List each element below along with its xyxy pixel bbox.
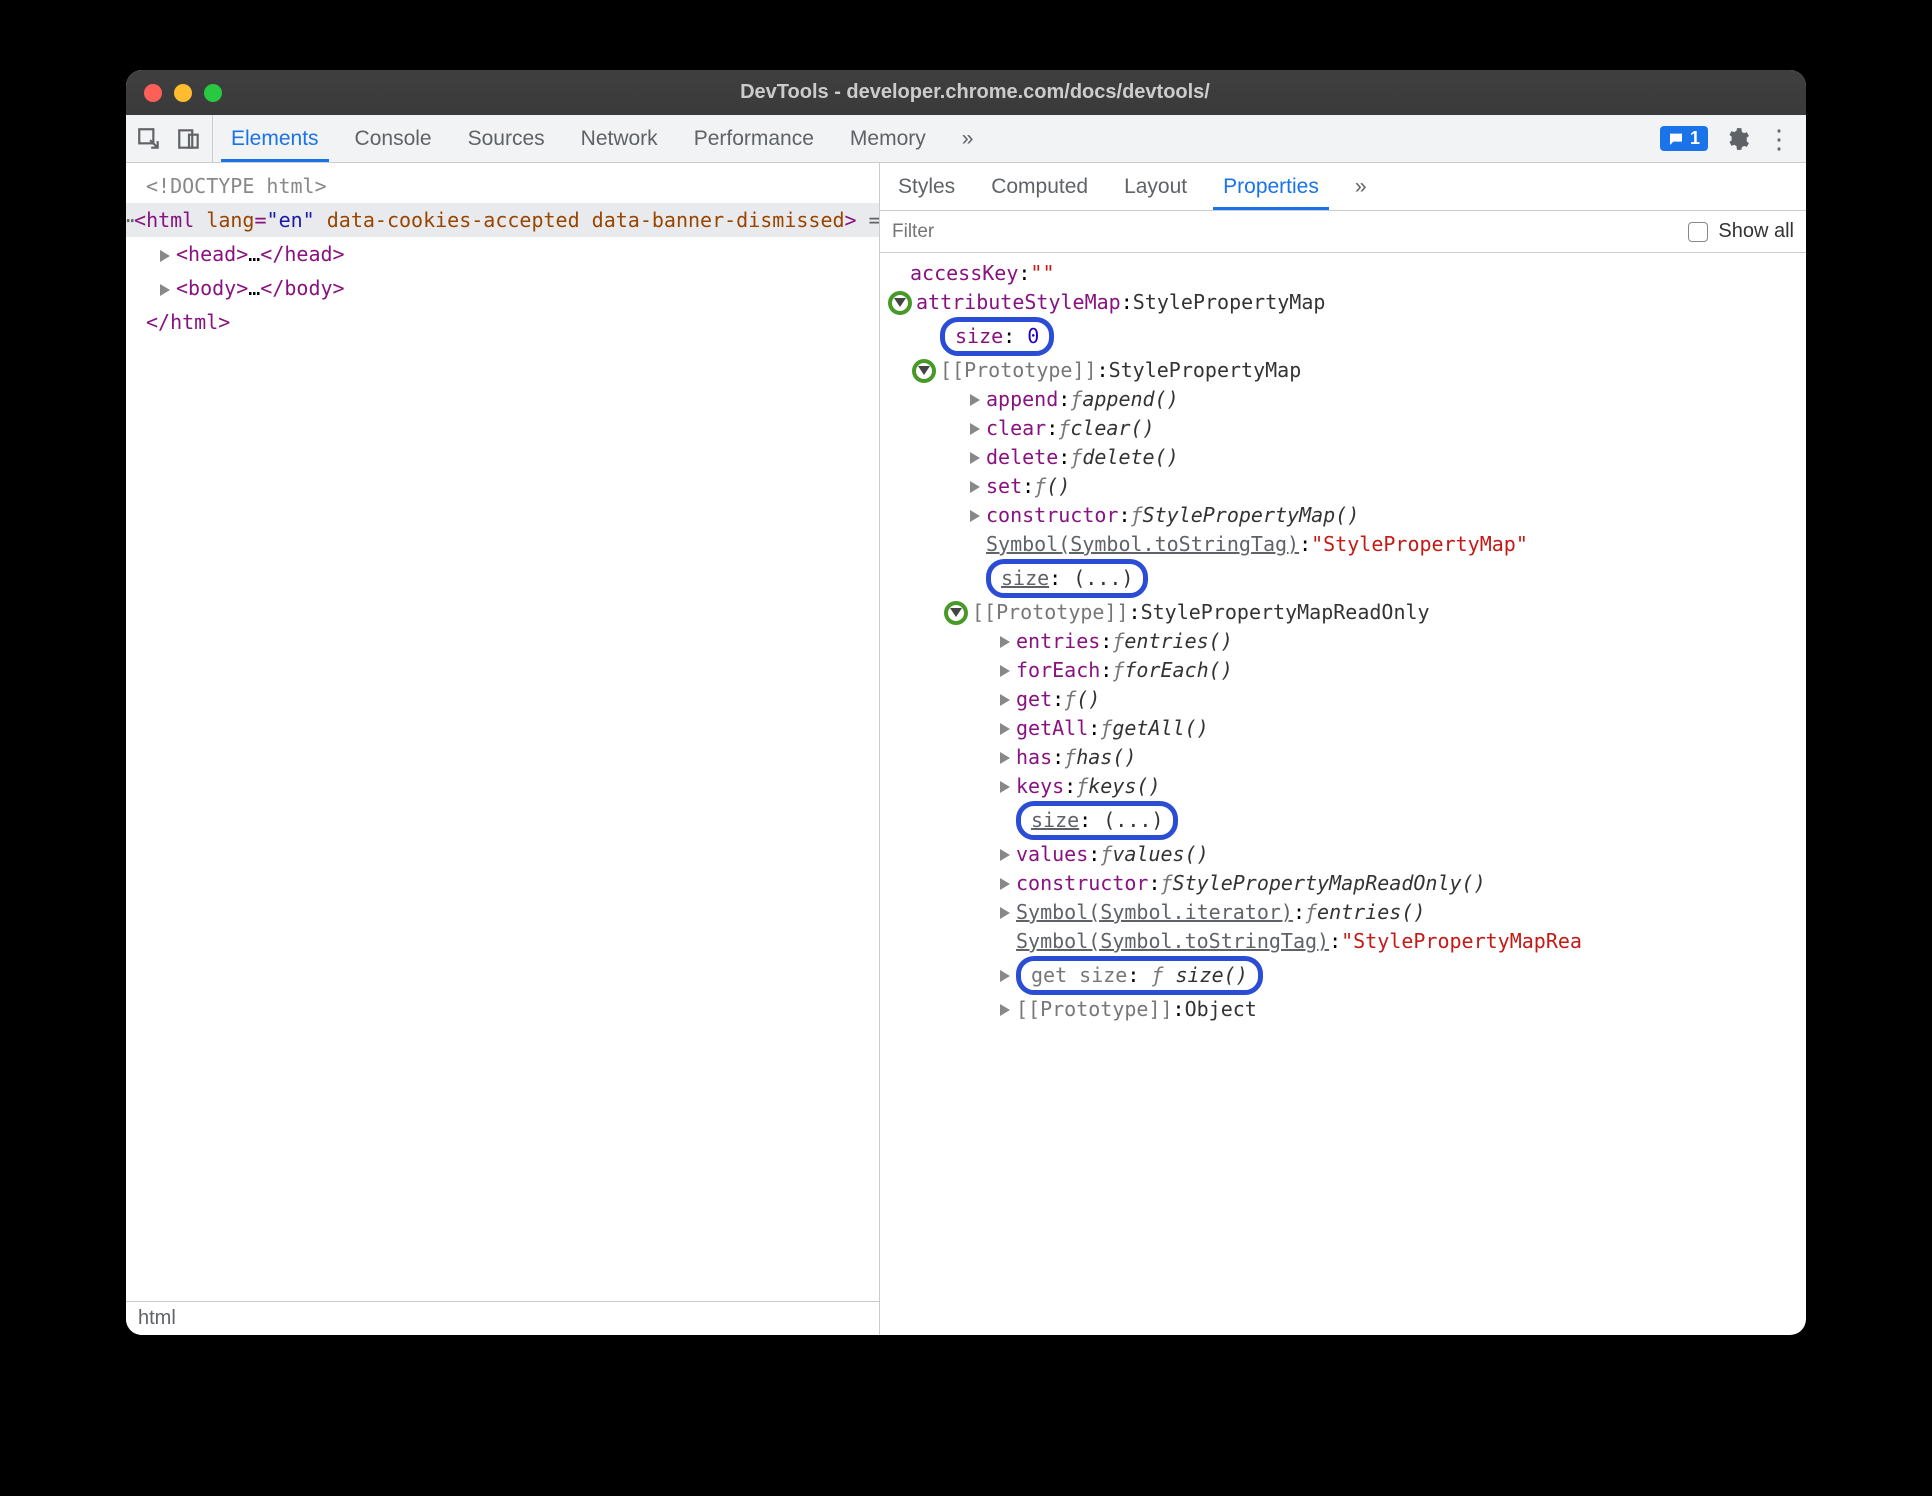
tab-network[interactable]: Network (563, 115, 676, 162)
inspect-element-icon[interactable] (136, 126, 162, 152)
toolbar-left (126, 115, 213, 162)
sidebar-tabs: Styles Computed Layout Properties » (880, 163, 1806, 211)
settings-icon[interactable] (1724, 126, 1750, 152)
prop-prototype-3[interactable]: [[Prototype]]: Object (880, 995, 1806, 1024)
show-all-label: Show all (1718, 220, 1794, 243)
dom-tree[interactable]: <!DOCTYPE html> ⋯<html lang="en" data-co… (126, 163, 879, 1301)
prop-delete[interactable]: delete: ƒ delete() (880, 443, 1806, 472)
prop-set[interactable]: set: ƒ () (880, 472, 1806, 501)
subtab-properties[interactable]: Properties (1205, 163, 1337, 210)
toolbar-right: 1 ⋮ (1646, 115, 1806, 162)
tab-performance[interactable]: Performance (676, 115, 832, 162)
prop-clear[interactable]: clear: ƒ clear() (880, 414, 1806, 443)
issues-badge[interactable]: 1 (1660, 126, 1708, 151)
titlebar: DevTools - developer.chrome.com/docs/dev… (126, 70, 1806, 115)
prop-attributestylemap[interactable]: attributeStyleMap: StylePropertyMap (880, 288, 1806, 317)
dom-head-element[interactable]: <head>…</head> (126, 237, 879, 271)
window-title: DevTools - developer.chrome.com/docs/dev… (222, 81, 1728, 104)
prop-getall[interactable]: getAll: ƒ getAll() (880, 714, 1806, 743)
sidebar-pane: Styles Computed Layout Properties » Show… (880, 163, 1806, 1335)
prop-accesskey[interactable]: accessKey: "" (880, 259, 1806, 288)
more-menu-icon[interactable]: ⋮ (1766, 126, 1792, 152)
prop-symbol-iterator[interactable]: Symbol(Symbol.iterator): ƒ entries() (880, 898, 1806, 927)
maximize-window-button[interactable] (204, 84, 222, 102)
subtab-computed[interactable]: Computed (973, 163, 1106, 210)
prop-has[interactable]: has: ƒ has() (880, 743, 1806, 772)
prop-size-0[interactable]: size: 0 (880, 317, 1806, 356)
subtabs-overflow[interactable]: » (1337, 163, 1385, 210)
prop-foreach[interactable]: forEach: ƒ forEach() (880, 656, 1806, 685)
main-toolbar: Elements Console Sources Network Perform… (126, 115, 1806, 163)
prop-constructor-1[interactable]: constructor: ƒ StylePropertyMap() (880, 501, 1806, 530)
filter-bar: Show all (880, 211, 1806, 253)
filter-input[interactable] (892, 221, 1678, 243)
prop-size-1[interactable]: size: (...) (880, 559, 1806, 598)
dom-html-element[interactable]: ⋯<html lang="en" data-cookies-accepted d… (126, 203, 879, 237)
prop-constructor-2[interactable]: constructor: ƒ StylePropertyMapReadOnly(… (880, 869, 1806, 898)
prop-prototype-2[interactable]: [[Prototype]]: StylePropertyMapReadOnly (880, 598, 1806, 627)
devtools-window: DevTools - developer.chrome.com/docs/dev… (126, 70, 1806, 1335)
subtab-layout[interactable]: Layout (1106, 163, 1205, 210)
show-all-checkbox[interactable] (1688, 222, 1708, 242)
dom-html-close[interactable]: </html> (126, 305, 879, 339)
main-tabs: Elements Console Sources Network Perform… (213, 115, 1646, 162)
properties-tree[interactable]: accessKey: "" attributeStyleMap: StylePr… (880, 253, 1806, 1335)
window-controls (144, 84, 222, 102)
prop-symbol-tostring-2[interactable]: Symbol(Symbol.toStringTag): "StyleProper… (880, 927, 1806, 956)
prop-symbol-tostring-1[interactable]: Symbol(Symbol.toStringTag): "StyleProper… (880, 530, 1806, 559)
dom-doctype[interactable]: <!DOCTYPE html> (126, 169, 879, 203)
expand-circle-icon[interactable] (912, 359, 936, 383)
prop-values[interactable]: values: ƒ values() (880, 840, 1806, 869)
prop-entries[interactable]: entries: ƒ entries() (880, 627, 1806, 656)
tab-elements[interactable]: Elements (213, 115, 337, 162)
close-window-button[interactable] (144, 84, 162, 102)
content: <!DOCTYPE html> ⋯<html lang="en" data-co… (126, 163, 1806, 1335)
minimize-window-button[interactable] (174, 84, 192, 102)
prop-size-2[interactable]: size: (...) (880, 801, 1806, 840)
prop-prototype-1[interactable]: [[Prototype]]: StylePropertyMap (880, 356, 1806, 385)
issues-count: 1 (1690, 128, 1700, 149)
tab-sources[interactable]: Sources (450, 115, 563, 162)
prop-keys[interactable]: keys: ƒ keys() (880, 772, 1806, 801)
tab-memory[interactable]: Memory (832, 115, 944, 162)
prop-get-size[interactable]: get size: ƒ size() (880, 956, 1806, 995)
expand-circle-icon[interactable] (944, 601, 968, 625)
device-toolbar-icon[interactable] (176, 126, 202, 152)
elements-pane: <!DOCTYPE html> ⋯<html lang="en" data-co… (126, 163, 880, 1335)
prop-append[interactable]: append: ƒ append() (880, 385, 1806, 414)
dom-body-element[interactable]: <body>…</body> (126, 271, 879, 305)
subtab-styles[interactable]: Styles (880, 163, 973, 210)
prop-get[interactable]: get: ƒ () (880, 685, 1806, 714)
expand-circle-icon[interactable] (888, 291, 912, 315)
tabs-overflow[interactable]: » (944, 115, 992, 162)
breadcrumb[interactable]: html (126, 1301, 879, 1335)
tab-console[interactable]: Console (337, 115, 450, 162)
